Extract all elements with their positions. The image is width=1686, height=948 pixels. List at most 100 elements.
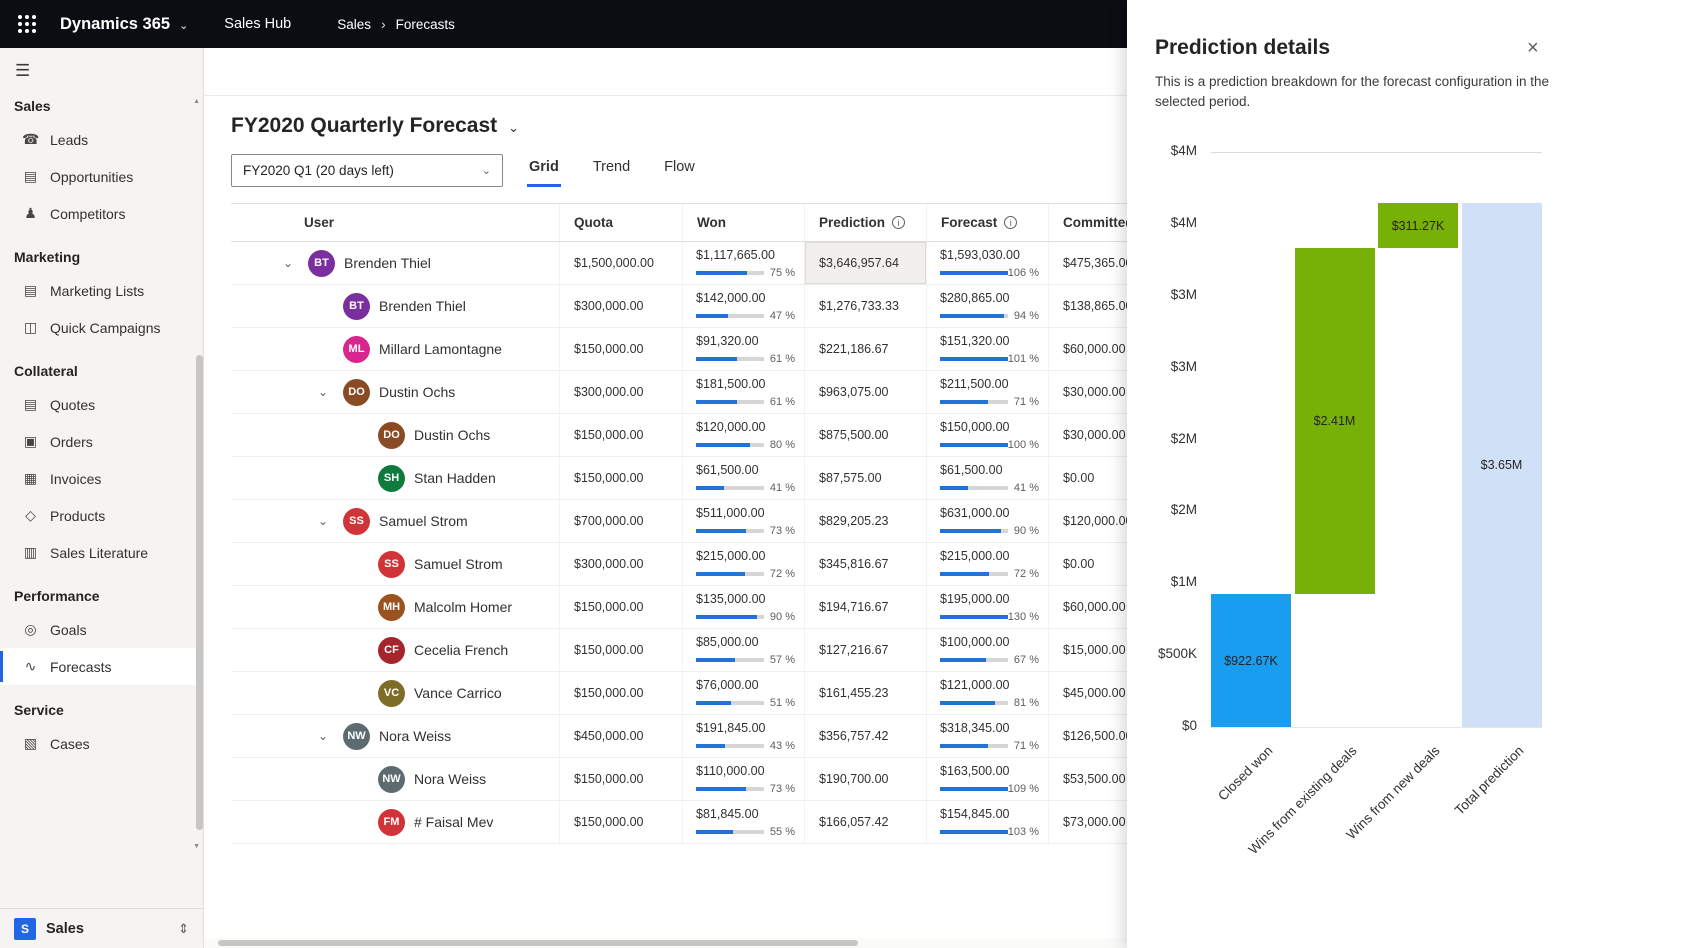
- sidebar-section-service: Service▧Cases: [0, 695, 203, 762]
- bar-value-label: $922.67K: [1224, 654, 1278, 668]
- app-switcher[interactable]: Dynamics 365 ⌄: [60, 15, 188, 34]
- percent-label: 67 %: [1014, 654, 1039, 666]
- forecast-selector-chevron-icon[interactable]: ⌄: [508, 120, 519, 136]
- horizontal-scrollbar[interactable]: [204, 938, 1127, 948]
- sidebar-item-quick-campaigns[interactable]: ◫Quick Campaigns: [0, 309, 203, 346]
- forecast-table: UserQuotaWonPredictioni Forecast i Committe…: [231, 203, 1127, 844]
- avatar: ML: [343, 336, 370, 363]
- sidebar-item-label: Cases: [50, 736, 90, 752]
- sidebar-item-invoices[interactable]: ▦Invoices: [0, 460, 203, 497]
- prediction-cell[interactable]: $194,716.67: [804, 586, 926, 628]
- breadcrumb-forecasts[interactable]: Forecasts: [396, 17, 455, 32]
- info-icon[interactable]: i: [892, 216, 905, 229]
- marketing-lists-icon: ▤: [22, 282, 39, 299]
- tab-flow[interactable]: Flow: [662, 159, 697, 187]
- table-row[interactable]: VCVance Carrico$150,000.00$76,000.0051 %…: [231, 672, 1127, 715]
- sidebar-item-marketing-lists[interactable]: ▤Marketing Lists: [0, 272, 203, 309]
- sidebar-item-orders[interactable]: ▣Orders: [0, 423, 203, 460]
- column-header-prediction[interactable]: Predictioni: [804, 204, 926, 241]
- prediction-cell[interactable]: $3,646,957.64: [804, 242, 926, 284]
- won-cell: $511,000.0073 %: [682, 500, 804, 542]
- user-cell: ⌄NWNora Weiss: [231, 715, 559, 757]
- column-header-forecast[interactable]: Forecast i: [926, 204, 1048, 241]
- table-row[interactable]: MLMillard Lamontagne$150,000.00$91,320.0…: [231, 328, 1127, 371]
- sidebar-scroll-down-icon[interactable]: ▼: [193, 843, 200, 850]
- prediction-cell[interactable]: $221,186.67: [804, 328, 926, 370]
- x-axis-label: Total prediction: [1451, 743, 1526, 818]
- table-header: UserQuotaWonPredictioni Forecast i Committe…: [231, 204, 1127, 242]
- sidebar-item-forecasts[interactable]: ∿Forecasts: [0, 648, 203, 685]
- sidebar-item-products[interactable]: ◇Products: [0, 497, 203, 534]
- sidebar-scrollbar[interactable]: [196, 355, 203, 830]
- prediction-cell[interactable]: $875,500.00: [804, 414, 926, 456]
- prediction-cell[interactable]: $345,816.67: [804, 543, 926, 585]
- sidebar-item-competitors[interactable]: ♟Competitors: [0, 195, 203, 232]
- column-header-quota[interactable]: Quota: [559, 204, 682, 241]
- sidebar-item-opportunities[interactable]: ▤Opportunities: [0, 158, 203, 195]
- gridline: [1211, 152, 1542, 153]
- column-label: Forecast: [941, 215, 997, 230]
- prediction-cell[interactable]: $1,276,733.33: [804, 285, 926, 327]
- area-switcher-icon[interactable]: ⇕: [178, 921, 189, 937]
- prediction-cell[interactable]: $161,455.23: [804, 672, 926, 714]
- progress-fill: [696, 400, 737, 404]
- progress-bar: [696, 787, 764, 791]
- amount: $151,320.00: [940, 334, 1039, 348]
- sidebar-item-quotes[interactable]: ▤Quotes: [0, 386, 203, 423]
- table-row[interactable]: CFCecelia French$150,000.00$85,000.0057 …: [231, 629, 1127, 672]
- progress-bar: [940, 830, 1008, 834]
- table-row[interactable]: ⌄DODustin Ochs$300,000.00$181,500.0061 %…: [231, 371, 1127, 414]
- table-row[interactable]: BTBrenden Thiel$300,000.00$142,000.0047 …: [231, 285, 1127, 328]
- prediction-cell[interactable]: $87,575.00: [804, 457, 926, 499]
- tab-trend[interactable]: Trend: [591, 159, 632, 187]
- period-select[interactable]: FY2020 Q1 (20 days left) ⌄: [231, 154, 503, 187]
- sidebar-item-cases[interactable]: ▧Cases: [0, 725, 203, 762]
- amount: $100,000.00: [940, 635, 1039, 649]
- quota-cell: $150,000.00: [559, 457, 682, 499]
- percent-label: 81 %: [1014, 697, 1039, 709]
- percent-label: 61 %: [770, 396, 795, 408]
- collapse-chevron-icon[interactable]: ⌄: [312, 729, 334, 743]
- sidebar-item-leads[interactable]: ☎Leads: [0, 121, 203, 158]
- avatar: DO: [378, 422, 405, 449]
- sidebar-item-sales-literature[interactable]: ▥Sales Literature: [0, 534, 203, 571]
- hub-name[interactable]: Sales Hub: [224, 16, 291, 32]
- table-row[interactable]: ⌄BTBrenden Thiel$1,500,000.00$1,117,665.…: [231, 242, 1127, 285]
- table-row[interactable]: ⌄NWNora Weiss$450,000.00$191,845.0043 %$…: [231, 715, 1127, 758]
- sidebar-scroll-up-icon[interactable]: ▲: [193, 98, 200, 105]
- horizontal-scrollbar-thumb[interactable]: [218, 940, 858, 946]
- prediction-cell[interactable]: $829,205.23: [804, 500, 926, 542]
- table-row[interactable]: ⌄SSSamuel Strom$700,000.00$511,000.0073 …: [231, 500, 1127, 543]
- amount: $61,500.00: [940, 463, 1039, 477]
- table-row[interactable]: SSSamuel Strom$300,000.00$215,000.0072 %…: [231, 543, 1127, 586]
- prediction-cell[interactable]: $356,757.42: [804, 715, 926, 757]
- prediction-cell[interactable]: $963,075.00: [804, 371, 926, 413]
- column-header-user[interactable]: User: [231, 204, 559, 241]
- sidebar-footer[interactable]: S Sales ⇕: [0, 908, 203, 948]
- table-row[interactable]: MHMalcolm Homer$150,000.00$135,000.0090 …: [231, 586, 1127, 629]
- table-row[interactable]: FM# Faisal Mev$150,000.00$81,845.0055 %$…: [231, 801, 1127, 844]
- table-row[interactable]: DODustin Ochs$150,000.00$120,000.0080 %$…: [231, 414, 1127, 457]
- column-header-won[interactable]: Won: [682, 204, 804, 241]
- sidebar-scrollbar-thumb[interactable]: [196, 355, 203, 830]
- hamburger-menu-icon[interactable]: ☰: [15, 61, 30, 80]
- collapse-chevron-icon[interactable]: ⌄: [277, 256, 299, 270]
- sidebar-item-goals[interactable]: ◎Goals: [0, 611, 203, 648]
- table-row[interactable]: NWNora Weiss$150,000.00$110,000.0073 %$1…: [231, 758, 1127, 801]
- won-cell: $61,500.0041 %: [682, 457, 804, 499]
- collapse-chevron-icon[interactable]: ⌄: [312, 385, 334, 399]
- waffle-icon[interactable]: [18, 15, 36, 33]
- prediction-cell[interactable]: $166,057.42: [804, 801, 926, 843]
- prediction-cell[interactable]: $127,216.67: [804, 629, 926, 671]
- collapse-chevron-icon[interactable]: ⌄: [312, 514, 334, 528]
- progress-bar: [696, 701, 764, 705]
- user-cell: MLMillard Lamontagne: [231, 328, 559, 370]
- table-row[interactable]: SHStan Hadden$150,000.00$61,500.0041 %$8…: [231, 457, 1127, 500]
- column-header-committed[interactable]: Committedi: [1048, 204, 1127, 241]
- prediction-cell[interactable]: $190,700.00: [804, 758, 926, 800]
- tab-grid[interactable]: Grid: [527, 159, 561, 187]
- breadcrumb-sales[interactable]: Sales: [337, 17, 371, 32]
- avatar: DO: [343, 379, 370, 406]
- info-icon[interactable]: i: [1004, 216, 1017, 229]
- prediction-chart: $4M$4M$3M$3M$2M$2M$1M$500K$0$922.67KClos…: [1127, 0, 1686, 948]
